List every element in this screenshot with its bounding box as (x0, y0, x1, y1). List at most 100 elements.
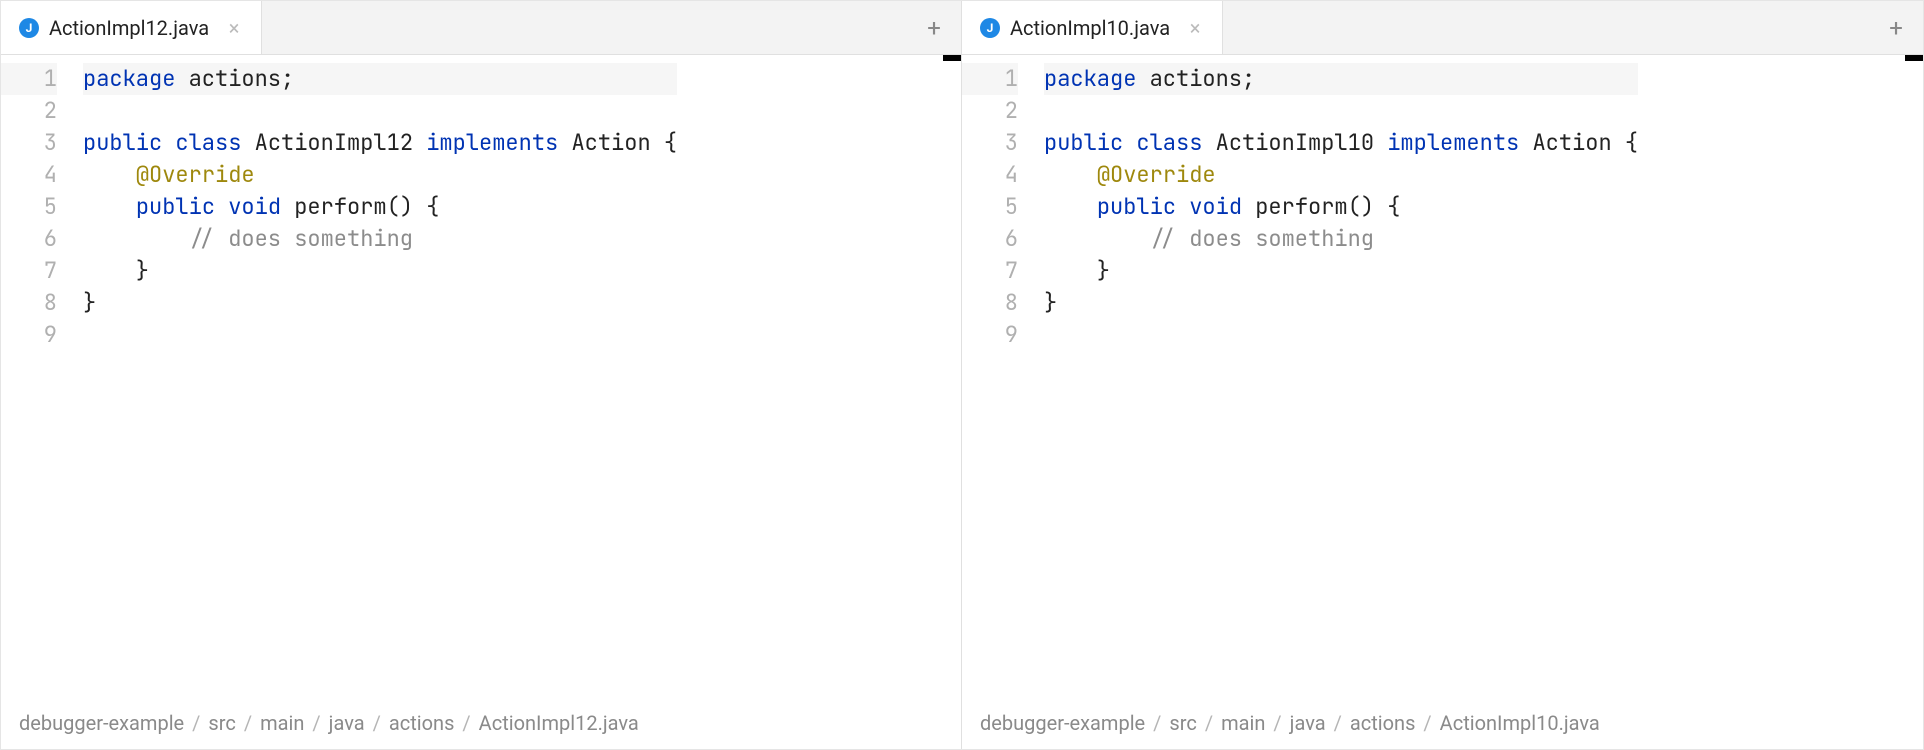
breadcrumb-segment[interactable]: debugger-example (19, 711, 184, 735)
breadcrumb-segment[interactable]: src (208, 711, 235, 735)
breadcrumb-segment[interactable]: main (1221, 711, 1265, 735)
code-token (215, 192, 228, 221)
code-token: perform() { (1242, 192, 1400, 221)
line-number: 5 (962, 191, 1018, 223)
code-token (1044, 160, 1097, 189)
code-line[interactable]: public class ActionImpl12 implements Act… (83, 127, 677, 159)
line-number: 1 (1, 63, 57, 95)
code-token (1044, 192, 1097, 221)
line-number: 8 (1, 287, 57, 319)
editor-tab[interactable]: JActionImpl12.java× (1, 1, 262, 54)
line-number: 1 (962, 63, 1018, 95)
breadcrumb-segment[interactable]: ActionImpl12.java (479, 711, 639, 735)
breadcrumb-separator: / (1265, 711, 1289, 735)
code-token (83, 192, 136, 221)
breadcrumb-segment[interactable]: ActionImpl10.java (1440, 711, 1600, 735)
breadcrumb-separator: / (1415, 711, 1439, 735)
code-token: } (83, 256, 149, 285)
line-number: 6 (962, 223, 1018, 255)
code-token: class (1136, 128, 1202, 157)
code-token: public (1044, 128, 1123, 157)
code-token: implements (426, 128, 558, 157)
code-line[interactable] (1044, 95, 1638, 127)
breadcrumb-segment[interactable]: src (1169, 711, 1196, 735)
editor-tab[interactable]: J ActionImpl10.java × (962, 1, 1223, 54)
code-line[interactable]: @Override (1044, 159, 1638, 191)
code-token: void (1189, 192, 1242, 221)
line-gutter: 123456789 (1, 55, 71, 749)
line-number: 9 (962, 319, 1018, 351)
code-token: } (1044, 288, 1057, 317)
code-line[interactable]: } (83, 255, 677, 287)
code-line[interactable] (83, 95, 677, 127)
code-token (83, 224, 189, 253)
code-token: void (228, 192, 281, 221)
code-editor[interactable]: 123456789package actions; public class A… (962, 55, 1923, 749)
line-number: 2 (962, 95, 1018, 127)
breadcrumb-segment[interactable]: java (329, 711, 365, 735)
tabbar-spacer (1223, 1, 1869, 54)
code-token (1123, 128, 1136, 157)
breadcrumb-separator: / (365, 711, 389, 735)
code-token: public (136, 192, 215, 221)
code-line[interactable]: } (1044, 255, 1638, 287)
line-number: 4 (1, 159, 57, 191)
line-number: 5 (1, 191, 57, 223)
code-line[interactable]: } (83, 287, 677, 319)
line-number: 8 (962, 287, 1018, 319)
line-number: 2 (1, 95, 57, 127)
code-token: public (83, 128, 162, 157)
code-line[interactable]: package actions; (83, 63, 677, 95)
java-file-icon: J (980, 18, 1000, 38)
close-icon[interactable]: × (1186, 19, 1204, 37)
breadcrumb-segment[interactable]: actions (389, 711, 455, 735)
code-line[interactable]: @Override (83, 159, 677, 191)
line-number: 7 (962, 255, 1018, 287)
tab-bar: JActionImpl12.java×+ (1, 1, 961, 55)
code-line[interactable] (83, 319, 677, 351)
tabbar-spacer (262, 1, 907, 54)
code-token: ActionImpl12 (241, 128, 426, 157)
line-gutter: 123456789 (962, 55, 1032, 749)
breadcrumb-segment[interactable]: main (260, 711, 304, 735)
breadcrumb-separator: / (1197, 711, 1221, 735)
code-token (162, 128, 175, 157)
breadcrumb-segment[interactable]: debugger-example (980, 711, 1145, 735)
new-tab-button[interactable]: + (907, 1, 961, 54)
code-line[interactable]: public class ActionImpl10 implements Act… (1044, 127, 1638, 159)
code-token: package (1044, 64, 1136, 93)
editor-pane: JActionImpl12.java×+123456789package act… (1, 1, 962, 749)
code-token (1176, 192, 1189, 221)
code-editor[interactable]: 123456789package actions; public class A… (1, 55, 961, 749)
tab-filename: ActionImpl10.java (1010, 16, 1170, 40)
code-line[interactable]: package actions; (1044, 63, 1638, 95)
code-token (83, 160, 136, 189)
breadcrumb[interactable]: debugger-example/src/main/java/actions/A… (1, 701, 961, 749)
line-number: 9 (1, 319, 57, 351)
breadcrumb-separator: / (184, 711, 208, 735)
code-token: public (1097, 192, 1176, 221)
tab-filename: ActionImpl12.java (49, 16, 209, 40)
code-token (1044, 224, 1150, 253)
tab-bar: J ActionImpl10.java × + (962, 1, 1923, 55)
code-line[interactable]: } (1044, 287, 1638, 319)
line-number: 3 (1, 127, 57, 159)
code-content[interactable]: package actions; public class ActionImpl… (1032, 55, 1638, 749)
code-line[interactable]: public void perform() { (1044, 191, 1638, 223)
editor-pane: JActionImpl10.java×+123456789package act… (962, 1, 1923, 749)
code-line[interactable]: public void perform() { (83, 191, 677, 223)
close-icon[interactable]: × (225, 19, 243, 37)
breadcrumb[interactable]: debugger-example/src/main/java/actions/A… (962, 701, 1923, 749)
code-content[interactable]: package actions; public class ActionImpl… (71, 55, 677, 749)
line-number: 6 (1, 223, 57, 255)
code-line[interactable]: // does something (83, 223, 677, 255)
line-number: 7 (1, 255, 57, 287)
new-tab-button[interactable]: + (1869, 1, 1923, 54)
code-line[interactable]: // does something (1044, 223, 1638, 255)
code-token: perform() { (281, 192, 439, 221)
breadcrumb-segment[interactable]: actions (1350, 711, 1416, 735)
breadcrumb-segment[interactable]: java (1290, 711, 1326, 735)
code-token: // does something (189, 224, 413, 253)
code-line[interactable] (1044, 319, 1638, 351)
breadcrumb-separator: / (1145, 711, 1169, 735)
